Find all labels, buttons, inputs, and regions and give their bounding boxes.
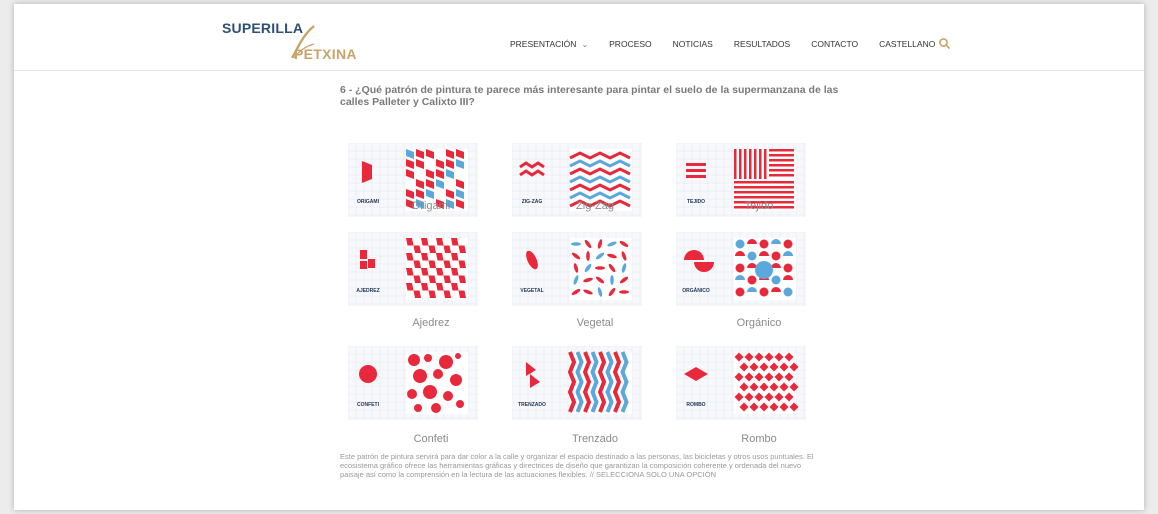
- pattern-option-trenzado[interactable]: TRENZADO: [512, 346, 642, 420]
- logo-text-petxina: PETXINA: [294, 46, 357, 62]
- question-description: Este patrón de pintura servirá para dar …: [340, 452, 814, 480]
- site-header: SUPERILLA PETXINA PRESENTACIÓN ⌄ PROCESO NO…: [14, 4, 1144, 71]
- nav-item-label: CONTACTO: [811, 39, 859, 49]
- nav-item-label: CASTELLANO: [879, 39, 936, 49]
- pattern-option-confeti[interactable]: CONFETI: [348, 346, 478, 420]
- pattern-option-ajedrez[interactable]: AJEDREZ: [348, 232, 478, 306]
- option-caption-tejido[interactable]: Tejido: [694, 200, 824, 212]
- search-icon[interactable]: [938, 37, 952, 51]
- confeti-pattern-image: CONFETI: [348, 346, 478, 420]
- organico-pattern-image: ORGÁNICO: [676, 232, 806, 306]
- nav-item-resultados[interactable]: RESULTADOS: [734, 39, 790, 49]
- main-nav: PRESENTACIÓN ⌄ PROCESO NOTICIAS RESULTADOS CO…: [510, 36, 968, 52]
- tile-label: TRENZADO: [518, 402, 546, 408]
- option-caption-zigzag[interactable]: Zig-Zag: [530, 200, 660, 212]
- trenzado-pattern-image: TRENZADO: [512, 346, 642, 420]
- nav-item-contacto[interactable]: CONTACTO: [811, 39, 858, 49]
- ajedrez-pattern-image: AJEDREZ: [348, 232, 478, 306]
- option-caption-ajedrez[interactable]: Ajedrez: [366, 317, 496, 329]
- nav-item-label: PRESENTACIÓN: [510, 39, 577, 49]
- pattern-option-vegetal[interactable]: VEGETAL: [512, 232, 642, 306]
- option-caption-origami[interactable]: Origami: [366, 200, 496, 212]
- pattern-option-organico[interactable]: ORGÁNICO: [676, 232, 806, 306]
- nav-item-proceso[interactable]: PROCESO: [609, 39, 652, 49]
- nav-item-castellano[interactable]: CASTELLANO ⌄: [879, 39, 947, 49]
- tile-label: CONFETI: [357, 402, 380, 408]
- option-caption-vegetal[interactable]: Vegetal: [530, 317, 660, 329]
- nav-item-noticias[interactable]: NOTICIAS: [673, 39, 713, 49]
- chevron-down-icon: ⌄: [581, 39, 589, 49]
- nav-item-presentacion[interactable]: PRESENTACIÓN ⌄: [510, 39, 588, 49]
- rombo-pattern-image: ROMBO: [676, 346, 806, 420]
- tile-label: ORGÁNICO: [682, 287, 710, 294]
- tile-label: ROMBO: [686, 402, 705, 408]
- page-sheet: SUPERILLA PETXINA PRESENTACIÓN ⌄ PROCESO NO…: [14, 4, 1144, 510]
- option-caption-trenzado[interactable]: Trenzado: [530, 433, 660, 445]
- vegetal-pattern-image: VEGETAL: [512, 232, 642, 306]
- option-caption-confeti[interactable]: Confeti: [366, 433, 496, 445]
- question-title: 6 - ¿Qué patrón de pintura te parece más…: [340, 84, 839, 108]
- tile-label: AJEDREZ: [356, 288, 379, 294]
- confeti-symbol-icon: [359, 365, 377, 383]
- tejido-symbol-icon: [686, 163, 706, 178]
- nav-item-label: RESULTADOS: [733, 39, 791, 49]
- option-caption-rombo[interactable]: Rombo: [694, 433, 824, 445]
- site-logo[interactable]: SUPERILLA PETXINA: [222, 18, 382, 68]
- nav-item-label: PROCESO: [609, 39, 652, 49]
- pattern-option-rombo[interactable]: ROMBO: [676, 346, 806, 420]
- option-caption-organico[interactable]: Orgánico: [694, 317, 824, 329]
- tile-label: VEGETAL: [520, 288, 543, 294]
- nav-item-label: NOTICIAS: [672, 39, 713, 49]
